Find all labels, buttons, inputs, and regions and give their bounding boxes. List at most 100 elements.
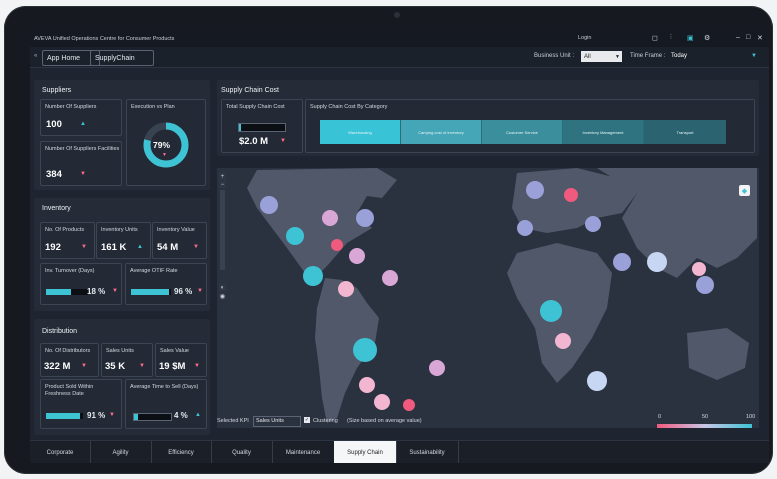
trend-down-icon: ▼ — [109, 412, 115, 418]
category-transport[interactable]: Transport — [644, 120, 726, 144]
chevron-down-icon: ▼ — [615, 53, 620, 60]
map-bubble[interactable] — [260, 196, 278, 214]
num-suppliers-value: 100 — [46, 119, 62, 130]
time-to-sell-card[interactable]: Average Time to Sell (Days) 4 % ▲ — [125, 379, 207, 429]
distribution-title: Distribution — [42, 328, 78, 335]
nav-bar: « App Home SupplyChain Business Unit : A… — [30, 47, 769, 68]
tab-sustainability[interactable]: Sustainability — [396, 441, 459, 463]
legend-min: 0 — [658, 414, 662, 420]
otif-card[interactable]: Average OTIF Rate 96 % ▼ — [125, 263, 207, 305]
freshness-card[interactable]: Product Sold Within Freshness Date 91 % … — [40, 379, 122, 429]
tab-agility[interactable]: Agility — [90, 441, 152, 463]
category-carrying-cost[interactable]: Carrying cost of Inventory — [401, 120, 482, 144]
map-bubble[interactable] — [356, 209, 374, 227]
map-bubble[interactable] — [374, 394, 390, 410]
map-bubble[interactable] — [429, 360, 445, 376]
zoom-in-button[interactable]: + — [219, 173, 226, 180]
breadcrumb-supplychain[interactable]: SupplyChain — [90, 50, 154, 66]
map-bubble[interactable] — [286, 227, 304, 245]
title-bar: AVEVA Unified Operations Centre for Cons… — [30, 30, 769, 47]
sales-value-value: 19 $M — [159, 361, 186, 372]
business-unit-select[interactable]: All ▼ — [581, 51, 622, 62]
map-bubble[interactable] — [540, 300, 562, 322]
time-frame-chevron-icon[interactable]: ▼ — [751, 53, 757, 59]
execution-label: Execution vs Plan — [131, 104, 175, 110]
num-suppliers-card[interactable]: Number Of Suppliers 100 ▲ — [40, 99, 122, 136]
export-icon[interactable]: ▣ — [687, 34, 694, 42]
visibility-icon[interactable]: ◉ — [219, 293, 226, 300]
map-bubble[interactable] — [696, 276, 714, 294]
login-link[interactable]: Login — [578, 35, 591, 41]
map-bubble[interactable] — [359, 377, 375, 393]
map-bubble[interactable] — [564, 188, 578, 202]
turnover-value: 18 % — [87, 287, 106, 296]
sales-units-card[interactable]: Sales Units 35 K ▼ — [101, 343, 153, 377]
tab-maintenance[interactable]: Maintenance — [272, 441, 335, 463]
map-bubble[interactable] — [555, 333, 571, 349]
map-bubble[interactable] — [338, 281, 354, 297]
window-icon[interactable]: ◻ — [652, 34, 658, 42]
inventory-value-label: Inventory Value — [157, 227, 195, 233]
category-inventory-management[interactable]: Inventory Management — [563, 120, 644, 144]
distributors-card[interactable]: No. Of Distributors 322 M ▼ — [40, 343, 99, 377]
sales-value-card[interactable]: Sales Value 19 $M ▼ — [155, 343, 207, 377]
trend-down-icon: ▼ — [80, 171, 86, 177]
time-frame-value[interactable]: Today — [671, 53, 687, 59]
total-cost-card[interactable]: Total Supply Chain Cost $2.0 M ▼ — [221, 99, 303, 153]
turnover-card[interactable]: Inv. Turnover (Days) 18 % ▼ — [40, 263, 122, 305]
freshness-value: 91 % — [87, 411, 106, 420]
zoom-out-button[interactable]: − — [219, 181, 226, 188]
map-bubble[interactable] — [382, 270, 398, 286]
suppliers-panel: Suppliers Number Of Suppliers 100 ▲ Numb… — [34, 80, 210, 190]
inventory-value-card[interactable]: Inventory Value 54 M ▼ — [152, 222, 207, 259]
layers-icon[interactable]: ◆ — [739, 185, 750, 196]
cost-by-category-card: Supply Chain Cost By Category Warehousin… — [305, 99, 755, 153]
facilities-value: 384 — [46, 169, 62, 180]
tab-supply-chain[interactable]: Supply Chain — [334, 441, 397, 463]
map-bubble[interactable] — [692, 262, 706, 276]
distributors-value: 322 M — [44, 361, 71, 372]
map-bubble[interactable] — [303, 266, 323, 286]
tab-efficiency[interactable]: Efficiency — [151, 441, 212, 463]
map-bubble[interactable] — [526, 181, 544, 199]
minimize-icon[interactable]: – — [736, 34, 740, 41]
category-warehousing[interactable]: Warehousing — [320, 120, 401, 144]
map-bubble[interactable] — [331, 239, 343, 251]
maximize-icon[interactable]: □ — [746, 34, 750, 41]
map-bubble[interactable] — [613, 253, 631, 271]
tab-corporate[interactable]: Corporate — [30, 441, 91, 463]
time-to-sell-bar-track — [133, 413, 172, 421]
facilities-label: Number Of Suppliers Facilities — [45, 146, 120, 152]
zoom-slider[interactable] — [220, 190, 225, 270]
map-bubble[interactable] — [647, 252, 667, 272]
back-arrow-icon[interactable]: « — [34, 53, 37, 59]
map-bubble[interactable] — [517, 220, 533, 236]
freshness-label: Product Sold Within Freshness Date — [45, 384, 94, 397]
execution-card[interactable]: Execution vs Plan 79% ▼ — [126, 99, 206, 186]
world-map[interactable]: + − ◐ ◉ ◆ — [217, 168, 759, 428]
facilities-card[interactable]: Number Of Suppliers Facilities 384 ▼ — [40, 141, 122, 186]
tab-quality[interactable]: Quality — [211, 441, 273, 463]
map-bubble[interactable] — [587, 371, 607, 391]
inventory-units-label: Inventory Units — [101, 227, 138, 233]
map-bubble[interactable] — [353, 338, 377, 362]
selected-kpi-select[interactable]: Sales Units — [253, 416, 301, 427]
turnover-label: Inv. Turnover (Days) — [45, 268, 95, 274]
close-icon[interactable]: ✕ — [757, 34, 763, 42]
total-cost-bar-track — [238, 123, 286, 132]
trend-up-icon: ▲ — [195, 412, 201, 418]
map-bubble[interactable] — [322, 210, 338, 226]
trend-up-icon: ▲ — [80, 121, 86, 127]
trend-down-icon: ▼ — [81, 363, 87, 369]
inventory-units-card[interactable]: Inventory Units 161 K ▲ — [96, 222, 151, 259]
map-bubble[interactable] — [585, 216, 601, 232]
trend-down-icon: ▼ — [193, 244, 199, 250]
category-customer-service[interactable]: Customer Service — [482, 120, 563, 144]
clustering-checkbox[interactable]: ✓ — [304, 417, 310, 423]
chart-icon[interactable]: ⫶ — [670, 34, 672, 42]
map-bubble[interactable] — [349, 248, 365, 264]
map-bubble[interactable] — [403, 399, 415, 411]
products-card[interactable]: No. Of Products 192 ▼ — [40, 222, 95, 259]
layer-toggle-icon[interactable]: ◐ — [219, 284, 226, 291]
gear-icon[interactable]: ⚙ — [704, 34, 710, 42]
